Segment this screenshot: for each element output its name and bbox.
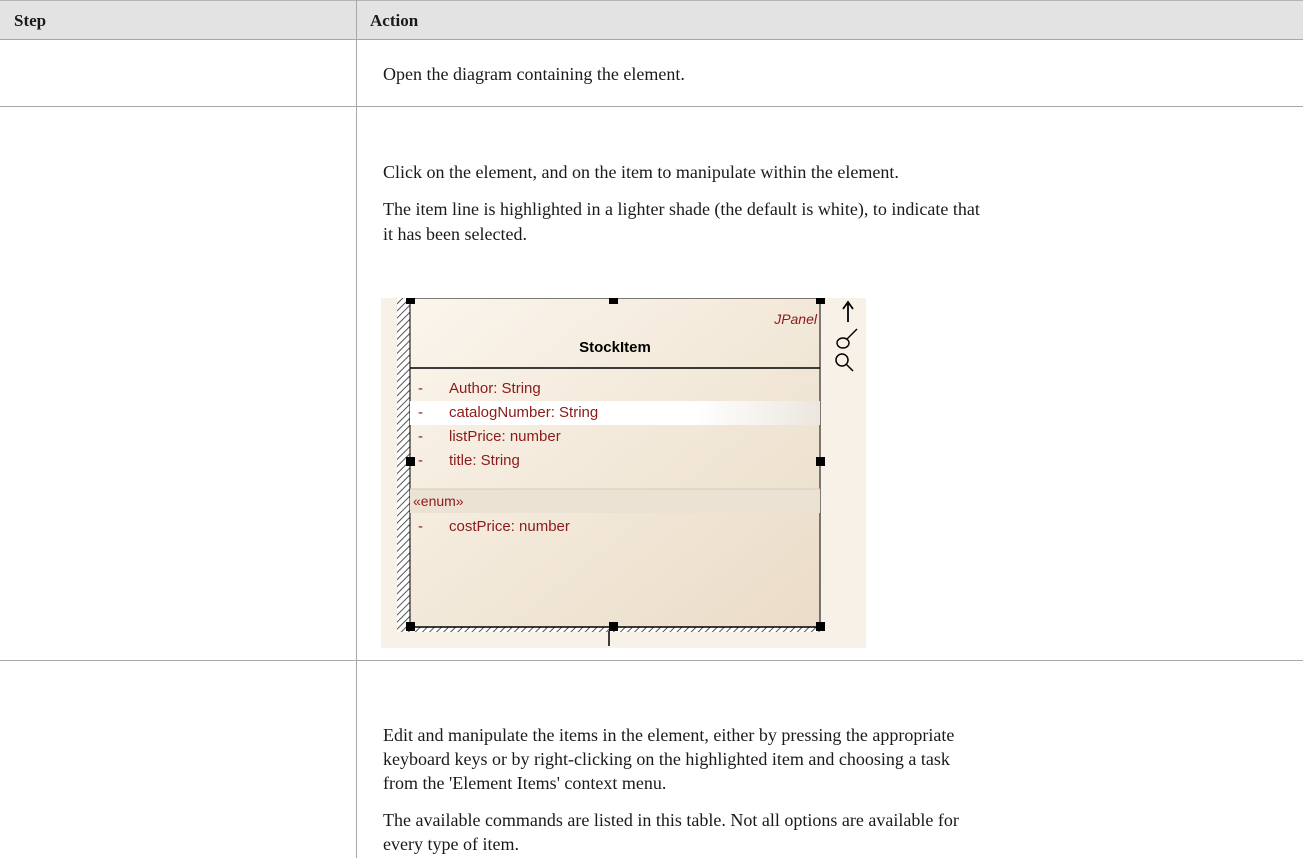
magnifier-icon[interactable] [835, 353, 854, 372]
column-divider [356, 0, 357, 858]
resize-handle[interactable] [816, 457, 825, 466]
attribute-item[interactable]: listPrice: number [449, 428, 561, 445]
row2-text-2: The item line is highlighted in a lighte… [383, 199, 980, 219]
row3-text-2: keyboard keys or by right-clicking on th… [383, 749, 950, 769]
attribute-visibility: - [418, 404, 423, 421]
row1-text: Open the diagram containing the element. [383, 64, 685, 84]
row3-text-1: Edit and manipulate the items in the ele… [383, 725, 955, 745]
row2-text-1: Click on the element, and on the item to… [383, 162, 899, 182]
class-element-diagram: JPanel StockItem - Author: String - cata… [397, 298, 858, 646]
row-divider [0, 106, 1303, 107]
row3-text-3: from the 'Element Items' context menu. [383, 773, 667, 793]
enum-attribute-item[interactable]: costPrice: number [449, 518, 570, 535]
row3-text-4: The available commands are listed in thi… [383, 810, 959, 830]
header-step: Step [14, 11, 47, 30]
header-action: Action [370, 11, 419, 30]
class-element-screenshot: JPanel StockItem - Author: String - cata… [381, 298, 866, 648]
row2-text-3: it has been selected. [383, 224, 527, 244]
attribute-item[interactable]: Author: String [449, 380, 541, 397]
attribute-item[interactable]: title: String [449, 452, 520, 469]
resize-handle[interactable] [816, 298, 825, 304]
attribute-visibility: - [418, 380, 423, 397]
up-arrow-icon[interactable] [842, 300, 854, 322]
resize-handle[interactable] [609, 298, 618, 304]
attribute-visibility: - [418, 518, 423, 535]
resize-handle[interactable] [406, 457, 415, 466]
row3-text-5: every type of item. [383, 834, 519, 854]
resize-handle[interactable] [609, 622, 618, 631]
attribute-visibility: - [418, 452, 423, 469]
resize-handle[interactable] [406, 298, 415, 304]
table-header: Step Action [0, 0, 1303, 40]
attribute-visibility: - [418, 428, 423, 445]
attribute-item-selected[interactable]: catalogNumber: String [449, 404, 598, 421]
steps-table: Step Action Open the diagram containing … [0, 0, 1303, 858]
class-stereotype: JPanel [773, 311, 818, 327]
row-divider [0, 660, 1303, 661]
paint-brush-icon[interactable] [836, 328, 858, 349]
class-name: StockItem [579, 339, 651, 356]
resize-handle[interactable] [406, 622, 415, 631]
enum-stereotype-label: «enum» [413, 493, 464, 509]
resize-handle[interactable] [816, 622, 825, 631]
